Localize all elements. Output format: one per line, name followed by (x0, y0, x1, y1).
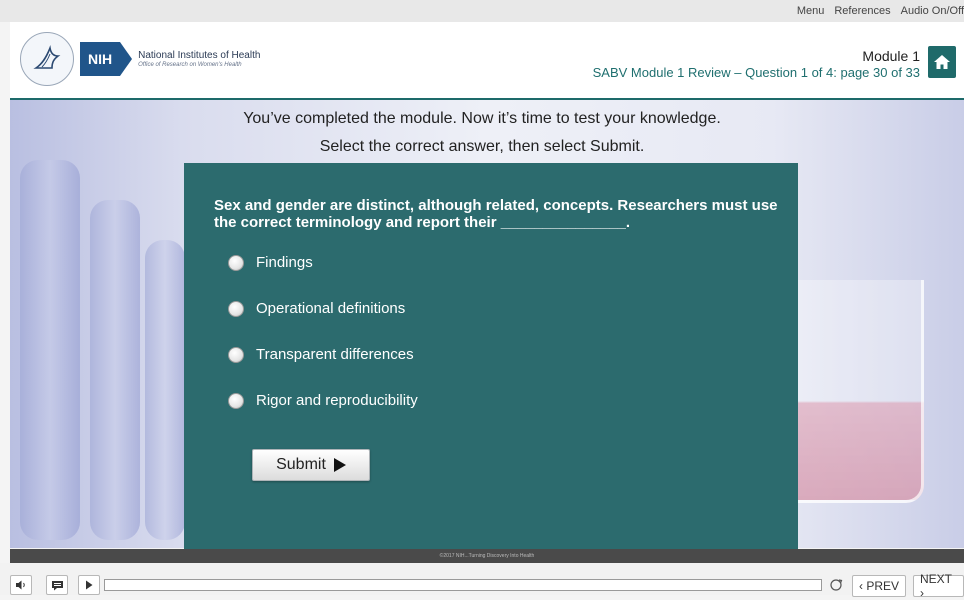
submit-label: Submit (276, 456, 326, 473)
answer-option-findings[interactable]: Findings (228, 254, 313, 271)
play-icon (86, 580, 93, 590)
home-button[interactable] (928, 46, 956, 78)
answer-label: Transparent differences (256, 346, 414, 363)
quiz-panel: Sex and gender are distinct, although re… (184, 163, 798, 549)
radio-button[interactable] (228, 346, 244, 363)
top-menu: Menu References Audio On/Off (797, 0, 964, 22)
answer-option-operational-definitions[interactable]: Operational definitions (228, 300, 405, 317)
hhs-seal-icon (20, 32, 74, 86)
references-link[interactable]: References (834, 5, 890, 17)
nih-logo-box: NIH (80, 42, 121, 76)
radio-button[interactable] (228, 254, 244, 271)
player-controls: ‹ PREV NEXT › (0, 563, 964, 600)
answer-label: Rigor and reproducibility (256, 392, 418, 409)
answer-label: Findings (256, 254, 313, 271)
prev-button[interactable]: ‹ PREV (852, 575, 907, 597)
test-tube-image (20, 160, 80, 540)
radio-button[interactable] (228, 300, 244, 317)
nih-logo-chevron (120, 42, 133, 76)
test-tube-image (90, 200, 140, 540)
course-header: NIH National Institutes of Health Office… (10, 22, 964, 100)
answer-option-transparent-differences[interactable]: Transparent differences (228, 346, 414, 363)
volume-button[interactable] (10, 575, 32, 595)
answer-option-rigor-reproducibility[interactable]: Rigor and reproducibility (228, 392, 418, 409)
replay-icon (830, 579, 843, 591)
test-tube-image (145, 240, 185, 540)
menu-link[interactable]: Menu (797, 5, 825, 17)
module-subtitle: SABV Module 1 Review – Question 1 of 4: … (592, 65, 920, 80)
copyright-bar: ©2017 NIH...Turning Discovery Into Healt… (10, 549, 964, 563)
intro-line-1: You’ve completed the module. Now it’s ti… (243, 110, 721, 127)
org-name: National Institutes of Health (138, 50, 261, 61)
audio-toggle-link[interactable]: Audio On/Off (901, 5, 964, 17)
top-bar: Menu References Audio On/Off (0, 0, 964, 22)
question-text: Sex and gender are distinct, although re… (214, 197, 778, 231)
home-icon (934, 55, 950, 69)
intro-line-2: Select the correct answer, then select S… (319, 138, 645, 155)
radio-button[interactable] (228, 392, 244, 409)
play-button[interactable] (78, 575, 100, 595)
captions-icon (51, 580, 63, 590)
submit-button[interactable]: Submit (252, 449, 370, 481)
play-arrow-icon (333, 458, 346, 472)
copyright-text: ©2017 NIH...Turning Discovery Into Healt… (439, 553, 535, 559)
seek-bar[interactable] (104, 579, 822, 591)
next-button[interactable]: NEXT › (913, 572, 964, 600)
module-title: Module 1 (862, 48, 920, 64)
answer-label: Operational definitions (256, 300, 406, 317)
nih-logo: NIH National Institutes of Health Office… (80, 42, 260, 76)
module-heading: Module 1 SABV Module 1 Review – Question… (593, 48, 920, 80)
org-office: Office of Research on Women's Health (138, 62, 242, 68)
speaker-icon (16, 580, 25, 590)
captions-button[interactable] (46, 575, 68, 595)
replay-button[interactable] (828, 577, 844, 593)
